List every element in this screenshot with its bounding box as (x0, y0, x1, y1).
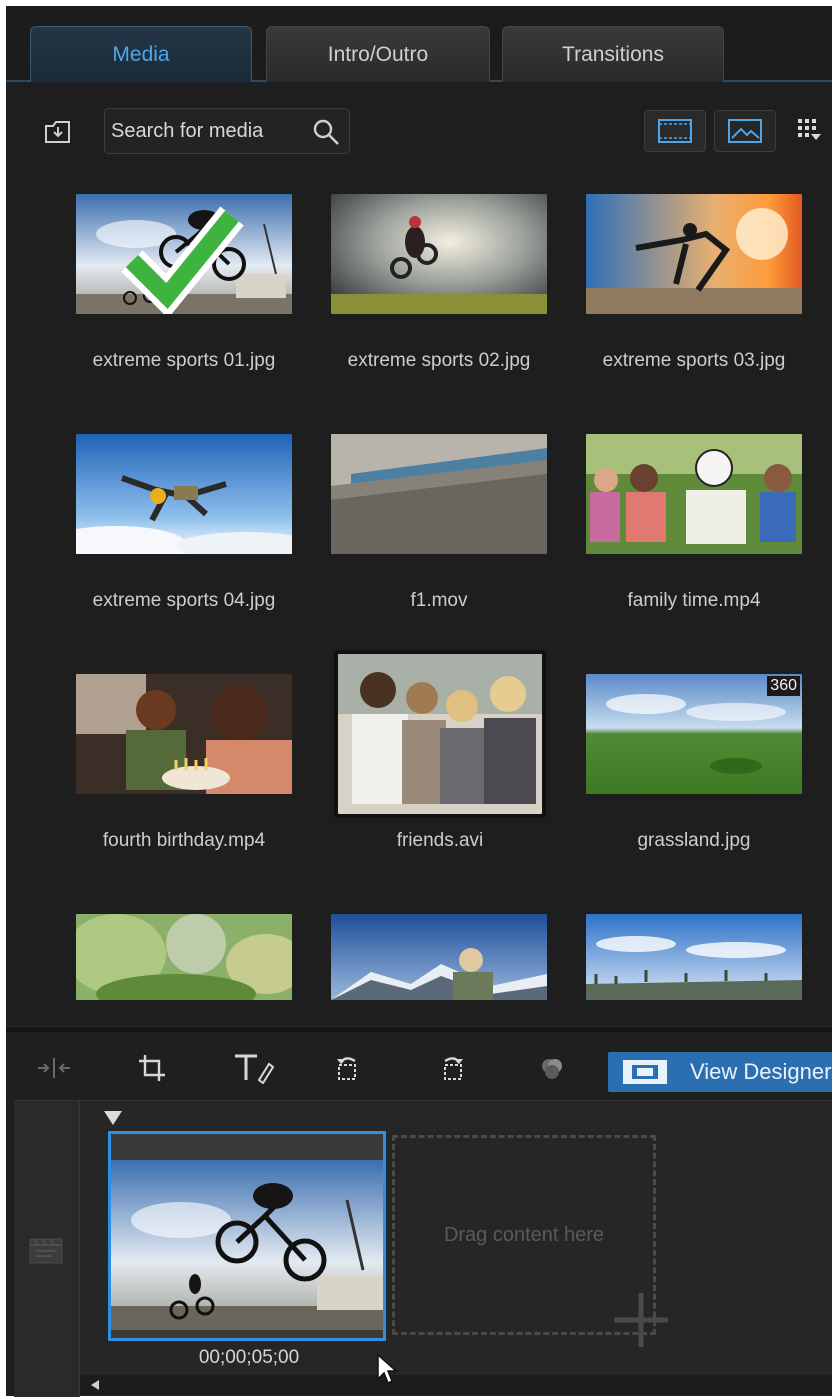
title-edit-icon (235, 1054, 275, 1084)
thumbnail-friends-group (338, 654, 542, 814)
timeline-clip[interactable] (108, 1131, 386, 1341)
media-item[interactable]: extreme sports 03.jpg (586, 194, 802, 371)
media-name: friends.avi (396, 830, 484, 851)
view-designer-icon (623, 1060, 667, 1084)
media-thumbnail[interactable] (331, 914, 547, 1000)
thumbnail-skydiver (76, 434, 292, 554)
media-name: family time.mp4 (627, 590, 761, 611)
tab-intro-outro[interactable]: Intro/Outro (266, 26, 490, 82)
media-thumbnail[interactable] (76, 194, 292, 314)
fix-enhance-button[interactable] (534, 1050, 570, 1086)
rotate-left-button[interactable] (330, 1050, 366, 1086)
media-thumbnail[interactable] (586, 194, 802, 314)
media-thumbnail[interactable] (76, 674, 292, 794)
video-track-header (14, 1101, 80, 1397)
playhead-marker[interactable] (102, 1109, 124, 1129)
tab-transitions[interactable]: Transitions (502, 26, 724, 82)
mouse-pointer-icon (377, 1353, 398, 1385)
thumbnail-skater-sunset (586, 194, 802, 314)
import-media-button[interactable] (38, 114, 78, 150)
rotate-right-icon (444, 1057, 463, 1080)
split-icon (38, 1058, 70, 1078)
media-item[interactable] (331, 914, 547, 1000)
split-button[interactable] (36, 1050, 72, 1086)
media-name: extreme sports 02.jpg (347, 350, 531, 371)
timeline-scrollbar[interactable] (80, 1375, 832, 1395)
thumbnail-green-blur (76, 914, 292, 1000)
clip-thumbnail-bmx-jump (111, 1160, 383, 1330)
tab-media-label: Media (112, 42, 170, 66)
storyboard-timeline: Drag content here 00;00;05;00 (14, 1100, 832, 1397)
crop-button[interactable] (134, 1050, 170, 1086)
edit-toolbar: View Designer (6, 1032, 832, 1100)
title-edit-button[interactable] (232, 1050, 276, 1086)
grid-menu-icon[interactable] (796, 116, 826, 146)
media-item[interactable]: extreme sports 02.jpg (331, 194, 547, 371)
image-view-icon (728, 119, 762, 143)
media-room-panel: Media Intro/Outro Transitions Search for… (6, 6, 832, 1397)
media-name: extreme sports 03.jpg (602, 350, 786, 371)
media-item[interactable] (586, 914, 802, 1000)
thumbnail-race-track (331, 434, 547, 554)
media-item[interactable]: family time.mp4 (586, 434, 802, 611)
media-thumbnail[interactable] (338, 654, 542, 814)
media-name: fourth birthday.mp4 (102, 830, 266, 851)
thumbnail-sky-horizon (586, 914, 802, 1000)
tab-transitions-label: Transitions (562, 42, 664, 66)
media-thumbnail[interactable]: 360 (586, 674, 802, 794)
view-designer-label: View Designer (690, 1059, 832, 1084)
media-item[interactable]: 360 grassland.jpg (586, 674, 802, 851)
tab-media[interactable]: Media (30, 26, 252, 82)
search-input[interactable] (111, 116, 301, 146)
video-track-icon (29, 1238, 63, 1264)
media-item[interactable]: f1.mov (331, 434, 547, 611)
search-icon[interactable] (311, 117, 341, 147)
crop-icon (139, 1055, 165, 1081)
drop-hint: Drag content here (443, 1223, 605, 1246)
media-item[interactable]: friends.avi (338, 654, 542, 851)
media-thumbnail[interactable] (76, 434, 292, 554)
scroll-left-arrow-icon[interactable] (88, 1378, 102, 1392)
media-name: f1.mov (410, 590, 468, 611)
media-name: extreme sports 01.jpg (92, 350, 276, 371)
media-thumbnail[interactable] (76, 914, 292, 1000)
thumbnail-family-soccer (586, 434, 802, 554)
tab-bar: Media Intro/Outro Transitions (6, 6, 832, 82)
media-item[interactable]: extreme sports 04.jpg (76, 434, 292, 611)
rotate-right-button[interactable] (434, 1050, 470, 1086)
selected-check-icon (121, 206, 244, 314)
media-thumbnail[interactable] (586, 434, 802, 554)
tab-intro-outro-label: Intro/Outro (327, 42, 429, 66)
thumbnail-birthday-cake (76, 674, 292, 794)
media-thumbnail[interactable] (331, 434, 547, 554)
media-name: extreme sports 04.jpg (92, 590, 276, 611)
fix-enhance-icon (542, 1059, 562, 1079)
clip-header (111, 1134, 383, 1160)
filmstrip-view-button[interactable] (644, 110, 706, 152)
import-media-icon (45, 121, 70, 143)
plus-icon (614, 1293, 668, 1347)
clip-timecode: 00;00;05;00 (198, 1347, 300, 1368)
media-toolbar (6, 84, 832, 164)
rotate-left-icon (337, 1057, 356, 1080)
media-item[interactable] (76, 914, 292, 1000)
media-item[interactable]: fourth birthday.mp4 (76, 674, 292, 851)
thumbnail-mountain-portrait (331, 914, 547, 1000)
image-view-button[interactable] (714, 110, 776, 152)
media-thumbnail[interactable] (586, 914, 802, 1000)
search-box[interactable] (104, 108, 350, 154)
media-library-grid: extreme sports 01.jpg extreme sports 02.… (6, 166, 832, 1026)
360-badge: 360 (767, 676, 800, 696)
media-name: grassland.jpg (637, 830, 751, 851)
filmstrip-view-icon (658, 119, 692, 143)
view-designer-button[interactable]: View Designer (608, 1052, 832, 1092)
thumbnail-motocross-jump (331, 194, 547, 314)
media-item[interactable]: extreme sports 01.jpg (76, 194, 292, 371)
media-thumbnail[interactable] (331, 194, 547, 314)
